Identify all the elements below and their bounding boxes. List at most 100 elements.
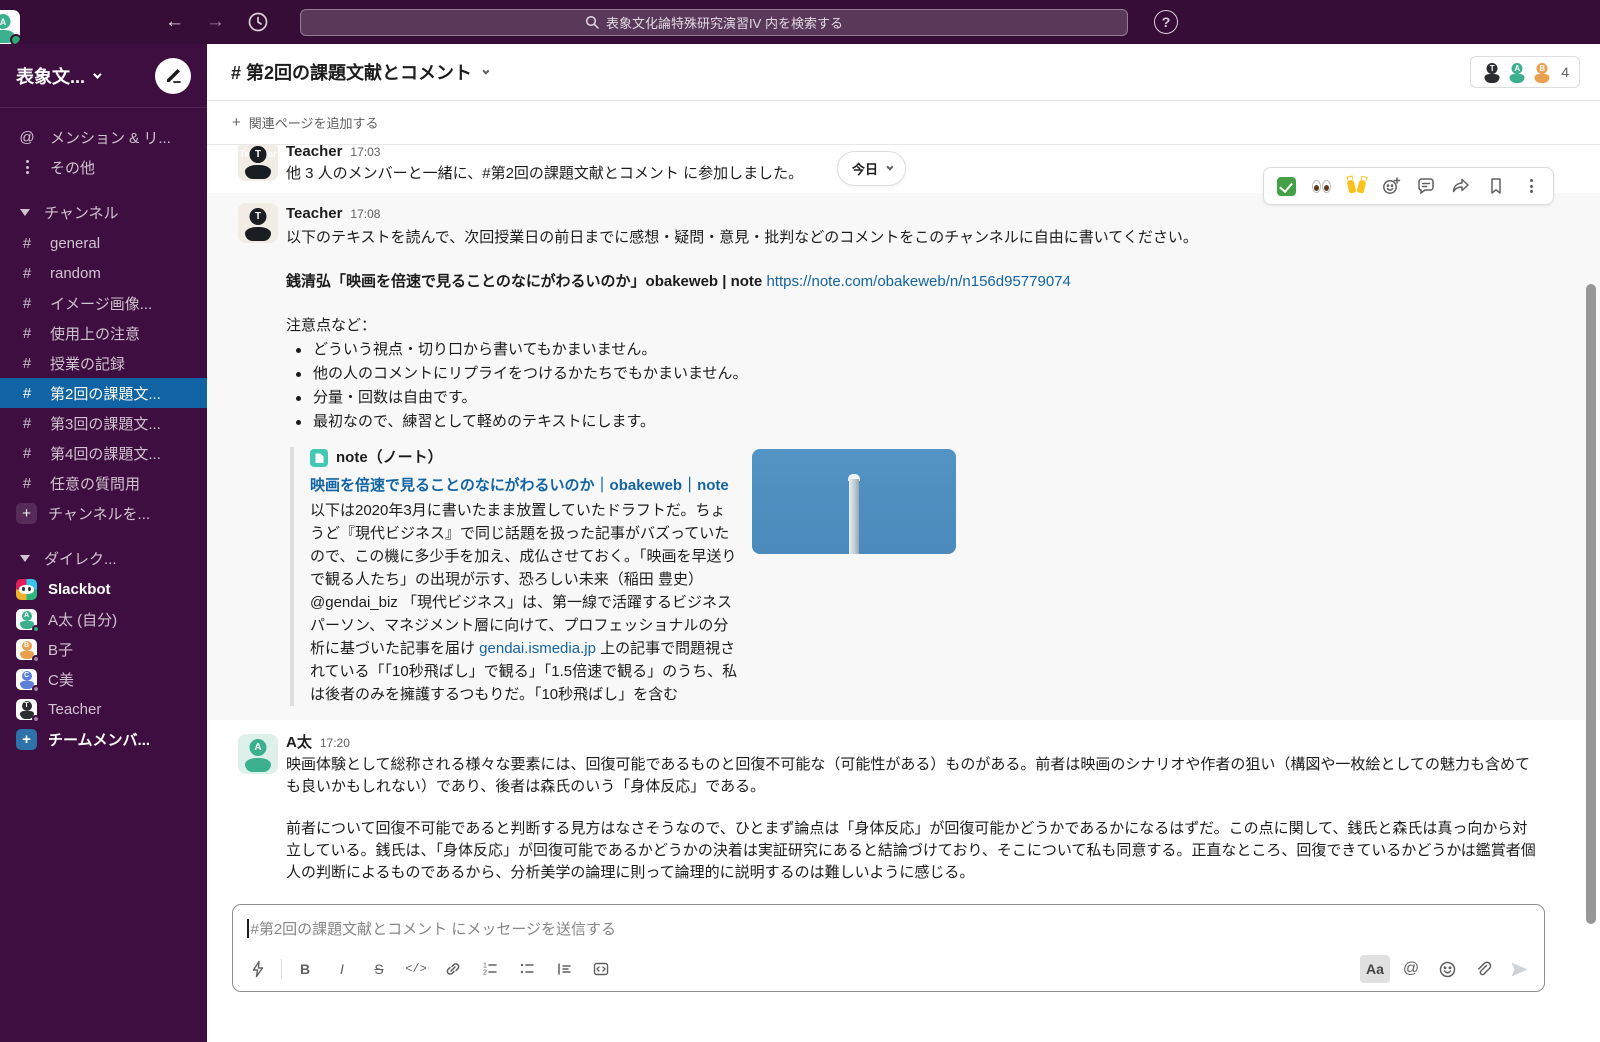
sidebar-channel-questions[interactable]: #任意の質問用 (0, 468, 207, 498)
note-service-icon (310, 449, 328, 467)
add-teammates-label: チームメンバ... (48, 729, 150, 750)
message-text: 以下のテキストを読んで、次回授業日の前日までに感想・疑問・意見・批判などのコメン… (286, 227, 1540, 249)
history-forward-icon[interactable]: → (206, 11, 225, 33)
member-list-button[interactable]: T A B 4 (1470, 56, 1580, 88)
presence-online-dot (10, 34, 20, 44)
sidebar-channel-random[interactable]: #random (0, 258, 207, 288)
attach-file-icon[interactable] (1468, 955, 1498, 983)
add-canvas-button[interactable]: + 関連ページを追加する (207, 101, 1600, 145)
blockquote-icon[interactable] (549, 955, 579, 983)
history-clock-icon[interactable] (247, 11, 269, 33)
hash-icon: # (16, 295, 38, 312)
add-channel-button[interactable]: + チャンネルを... (0, 498, 207, 528)
notes-bullet-list: どういう視点・切り口から書いてもかまいません。 他の人のコメントにリプライをつけ… (286, 339, 1540, 433)
sidebar-item-label: メンション & リ... (50, 127, 171, 148)
plus-icon: + (16, 503, 37, 524)
chevron-down-icon (482, 67, 489, 74)
add-reaction-icon[interactable] (1377, 172, 1405, 200)
dm-slackbot[interactable]: Slackbot (0, 574, 207, 604)
message-composer[interactable]: #第2回の課題文献とコメント にメッセージを送信する B I S </> 12 (232, 904, 1545, 992)
card-thumbnail-image[interactable] (752, 449, 956, 554)
sidebar-item-more[interactable]: その他 (0, 152, 207, 182)
save-bookmark-icon[interactable] (1482, 172, 1510, 200)
bold-icon[interactable]: B (290, 955, 320, 983)
dm-teacher[interactable]: T Teacher (0, 694, 207, 724)
more-actions-icon[interactable] (1517, 172, 1545, 200)
channel-label: general (50, 235, 100, 252)
hash-icon: # (16, 475, 38, 492)
message-sender[interactable]: Teacher (286, 145, 342, 163)
sidebar-item-mentions[interactable]: @ メンション & リ... (0, 122, 207, 152)
channel-label: 第4回の課題文... (50, 443, 161, 464)
composer-input[interactable]: #第2回の課題文献とコメント にメッセージを送信する (233, 905, 1544, 949)
avatar[interactable]: TeacherT (238, 145, 278, 181)
search-icon (585, 15, 599, 29)
avatar[interactable]: T (238, 203, 278, 243)
note-article-link[interactable]: https://note.com/obakeweb/n/n156d9577907… (766, 273, 1070, 290)
member-avatar: B (1531, 61, 1553, 83)
message-sender[interactable]: Teacher (286, 203, 342, 225)
date-divider-pill[interactable]: 今日 (837, 151, 906, 186)
workspace-header[interactable]: 表象文... (0, 44, 207, 108)
sidebar-item-label: その他 (50, 157, 95, 178)
user-avatar[interactable]: A (0, 10, 20, 44)
dm-b[interactable]: B B子 (0, 634, 207, 664)
slackbot-avatar (16, 579, 37, 600)
message-sender[interactable]: A太 (286, 732, 312, 754)
sidebar-channel-class-record[interactable]: #授業の記録 (0, 348, 207, 378)
message-timestamp[interactable]: 17:08 (350, 203, 380, 225)
reaction-raised-hands-icon[interactable] (1342, 172, 1370, 200)
message-timestamp[interactable]: 17:20 (320, 732, 350, 754)
channel-header: # 第2回の課題文献とコメント T A B 4 (207, 44, 1600, 101)
sidebar-channel-image[interactable]: # イメージ画像... (0, 288, 207, 318)
presence-offline-dot (32, 715, 40, 723)
channel-label: イメージ画像... (50, 293, 152, 314)
show-formatting-button[interactable]: Aa (1360, 955, 1390, 983)
sidebar-channel-session3[interactable]: #第3回の課題文... (0, 408, 207, 438)
gendai-link[interactable]: gendai.ismedia.jp (479, 640, 596, 657)
reaction-eyes-icon[interactable] (1307, 172, 1335, 200)
emoji-picker-icon[interactable] (1432, 955, 1462, 983)
sidebar-channel-usage-notes[interactable]: #使用上の注意 (0, 318, 207, 348)
add-channel-label: チャンネルを... (48, 503, 150, 524)
mention-icon[interactable]: @ (1396, 955, 1426, 983)
sidebar-channel-general[interactable]: #general (0, 228, 207, 258)
at-icon: @ (16, 129, 38, 146)
link-preview-card: note（ノート） 映画を倍速で見ることのなにがわるいのか｜obakeweb｜n… (290, 447, 1540, 706)
card-description: 以下は2020年3月に書いたまま放置していたドラフトだ。ちょうど『現代ビジネス』… (310, 499, 738, 706)
dm-name: C美 (48, 669, 74, 690)
code-icon[interactable]: </> (401, 955, 431, 983)
dms-section-header[interactable]: ダイレク... (0, 542, 207, 574)
history-back-icon[interactable]: ← (165, 11, 184, 33)
add-teammates-button[interactable]: + チームメンバ... (0, 724, 207, 754)
sidebar-channel-session4[interactable]: #第4回の課題文... (0, 438, 207, 468)
search-input[interactable]: 表象文化論特殊研究演習IV 内を検索する (300, 9, 1128, 36)
link-icon[interactable] (438, 955, 468, 983)
reaction-white-check-mark-icon[interactable] (1272, 172, 1300, 200)
channel-title[interactable]: # 第2回の課題文献とコメント (231, 59, 487, 85)
sidebar-channel-session2-selected[interactable]: #第2回の課題文... (0, 378, 207, 408)
reply-thread-icon[interactable] (1412, 172, 1440, 200)
avatar: C (16, 669, 37, 690)
channels-section-header[interactable]: チャンネル (0, 196, 207, 228)
member-count: 4 (1561, 64, 1569, 80)
send-message-button[interactable] (1504, 955, 1534, 983)
avatar[interactable]: A (238, 734, 278, 774)
vertical-scrollbar[interactable] (1586, 284, 1596, 924)
help-icon[interactable]: ? (1154, 10, 1178, 34)
new-message-button[interactable] (155, 58, 191, 94)
channel-label: 第2回の課題文... (50, 383, 161, 404)
card-title-link[interactable]: 映画を倍速で見ることのなにがわるいのか｜obakeweb｜note (310, 475, 738, 497)
dm-c[interactable]: C C美 (0, 664, 207, 694)
ordered-list-icon[interactable]: 12 (475, 955, 505, 983)
strikethrough-icon[interactable]: S (364, 955, 394, 983)
message-timestamp[interactable]: 17:03 (350, 145, 380, 163)
shortcuts-lightning-icon[interactable] (243, 955, 273, 983)
dm-self[interactable]: A A太 (自分) (0, 604, 207, 634)
bullet-list-icon[interactable] (512, 955, 542, 983)
hash-icon: # (16, 355, 38, 372)
share-message-icon[interactable] (1447, 172, 1475, 200)
code-block-icon[interactable] (586, 955, 616, 983)
italic-icon[interactable]: I (327, 955, 357, 983)
divider (281, 959, 282, 979)
